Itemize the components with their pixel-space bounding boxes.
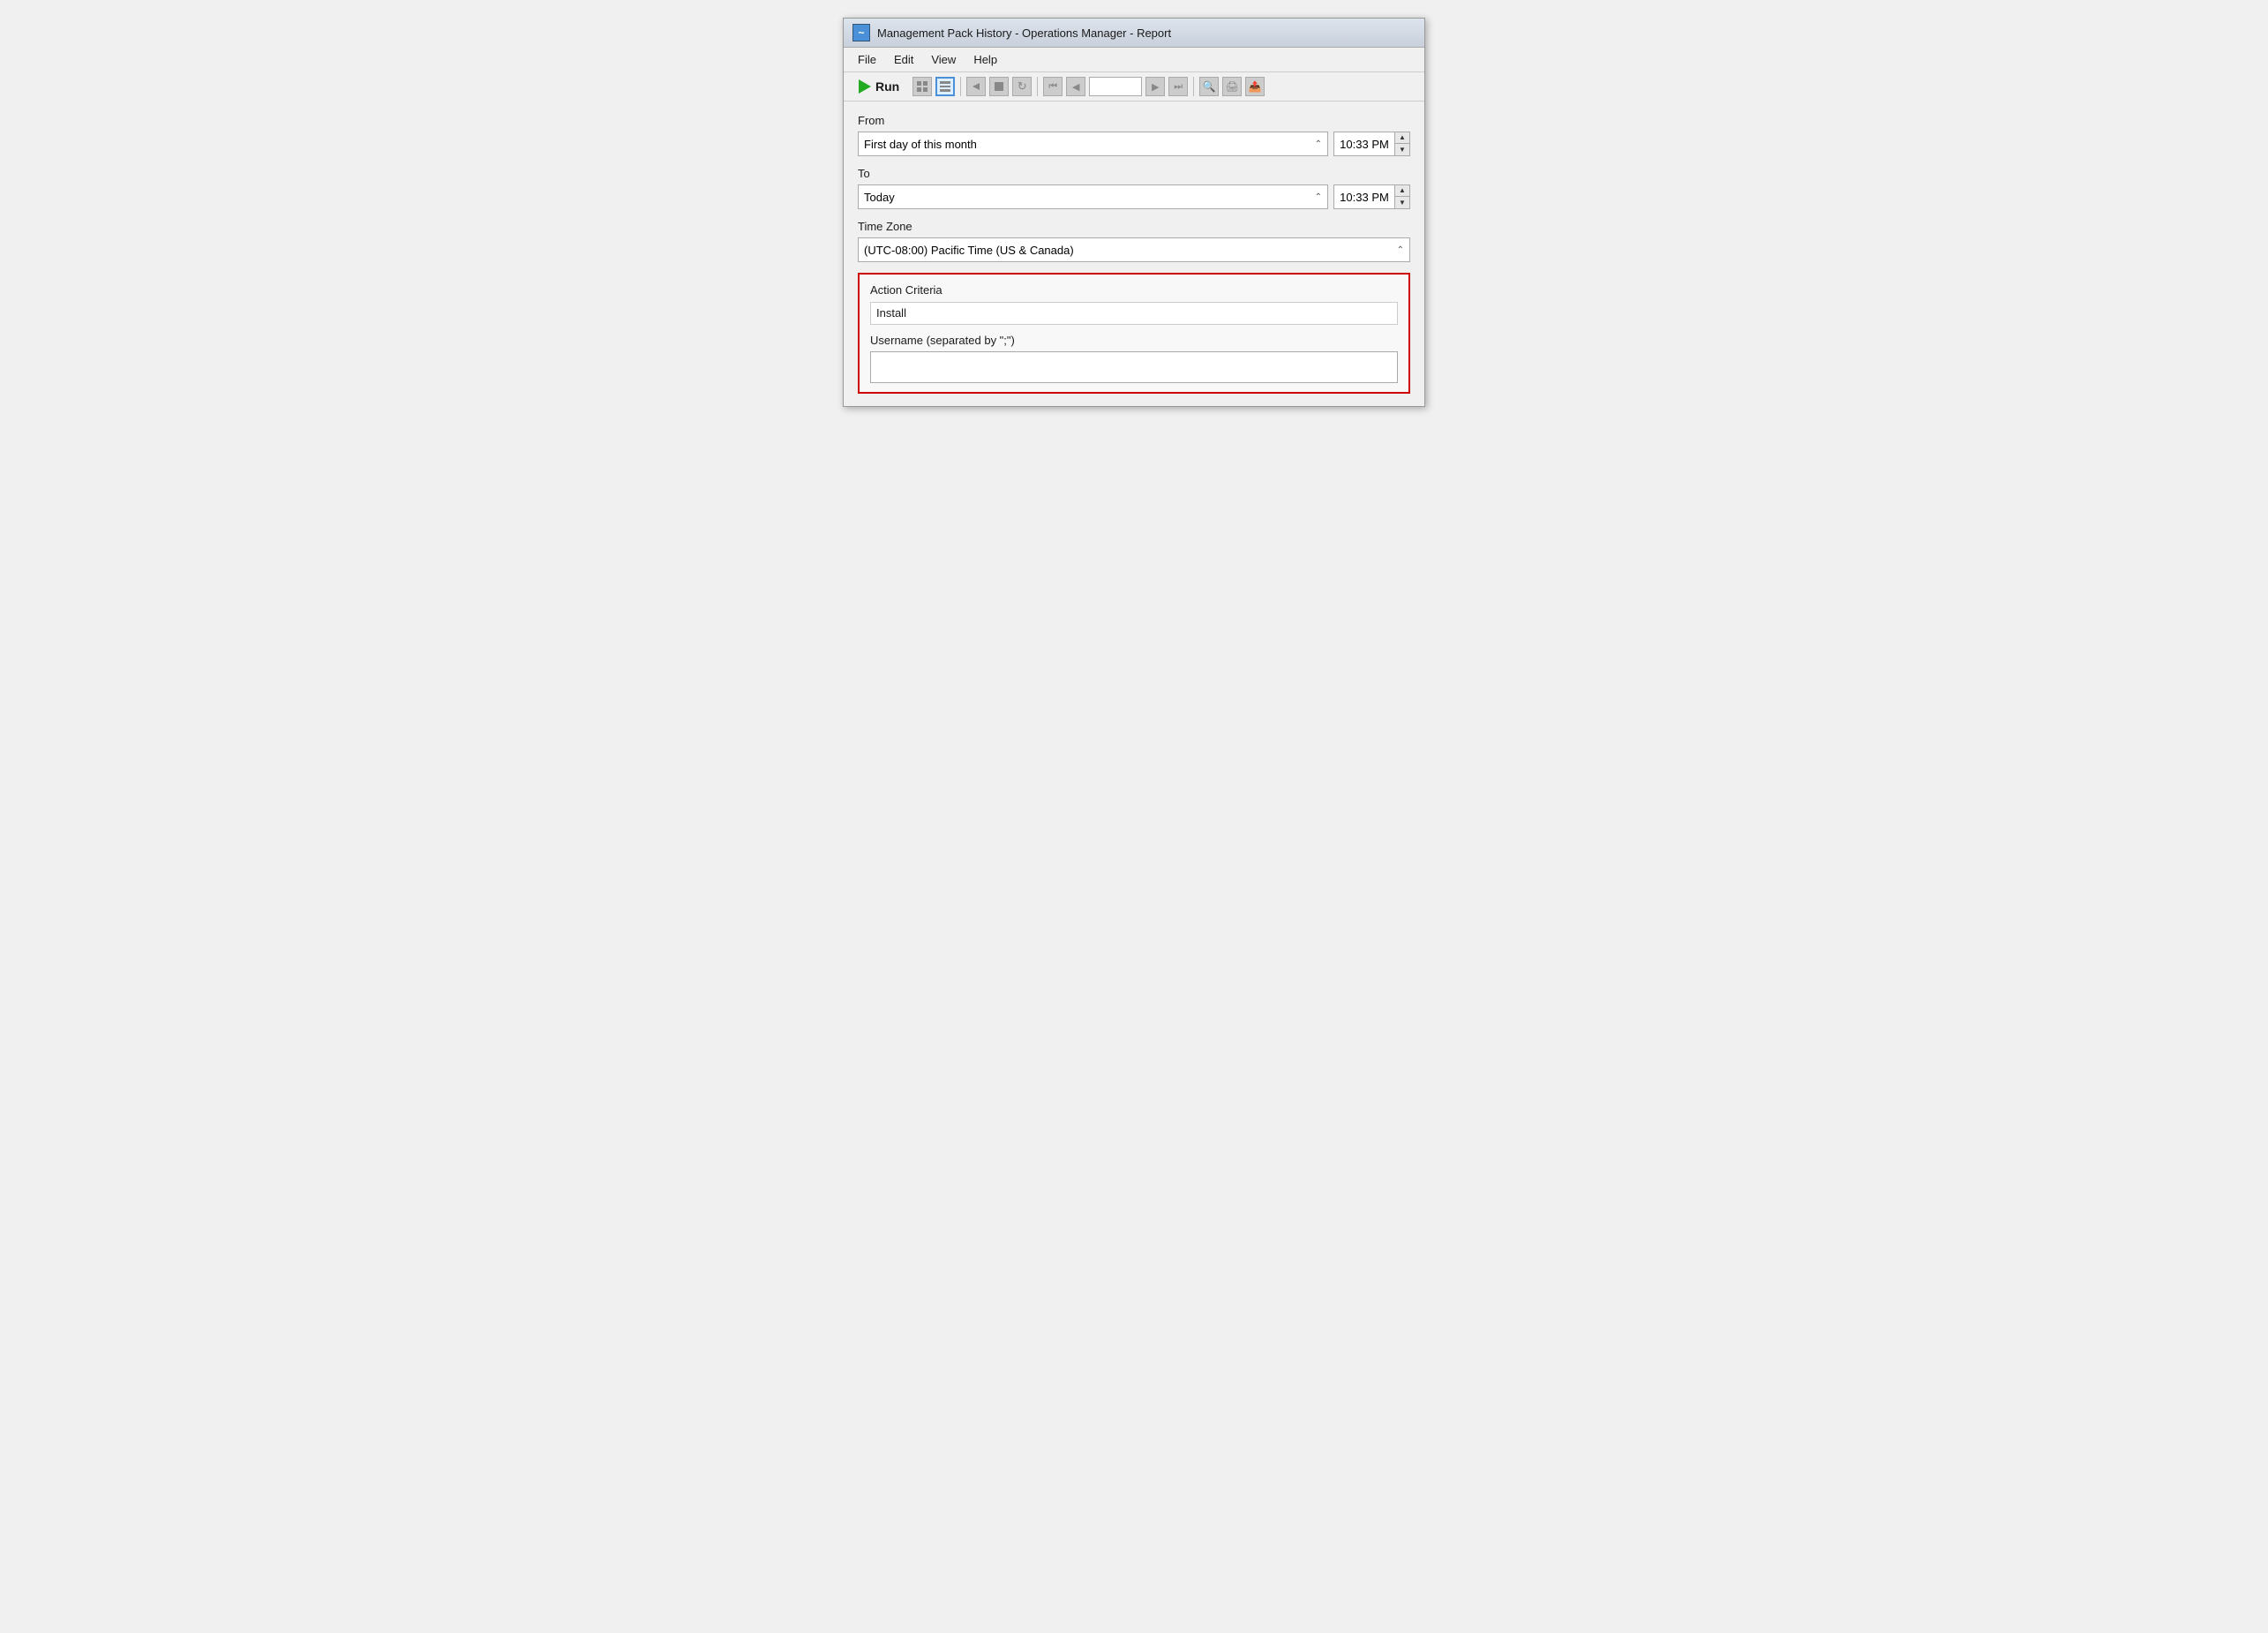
from-dropdown-value: First day of this month: [864, 138, 977, 151]
timezone-value: (UTC-08:00) Pacific Time (US & Canada): [864, 244, 1074, 257]
play-icon: [859, 79, 871, 94]
zoom-button[interactable]: 🔍: [1199, 77, 1219, 96]
menu-edit[interactable]: Edit: [887, 50, 920, 69]
next-icon: ▶: [1152, 81, 1159, 93]
window-title: Management Pack History - Operations Man…: [877, 26, 1171, 40]
username-input[interactable]: [870, 351, 1398, 383]
first-icon: ⏮: [1048, 81, 1057, 93]
sep-2: [1037, 77, 1038, 96]
menu-file[interactable]: File: [851, 50, 883, 69]
action-criteria-label: Action Criteria: [870, 283, 1398, 297]
from-time-up[interactable]: ▲: [1395, 132, 1409, 144]
timezone-dropdown-arrow: ⌃: [1397, 245, 1404, 255]
stop-button[interactable]: [989, 77, 1009, 96]
timezone-dropdown[interactable]: (UTC-08:00) Pacific Time (US & Canada) ⌃: [858, 237, 1410, 262]
from-dropdown[interactable]: First day of this month ⌃: [858, 132, 1328, 156]
last-page-button[interactable]: ⏭: [1168, 77, 1188, 96]
run-label: Run: [875, 79, 899, 94]
toolbar: Run: [844, 72, 1424, 102]
back-button[interactable]: [966, 77, 986, 96]
to-label: To: [858, 167, 1410, 180]
refresh-icon: ↻: [1018, 79, 1027, 94]
to-dropdown-arrow: ⌃: [1315, 192, 1322, 202]
menu-bar: File Edit View Help: [844, 48, 1424, 72]
to-time-group: ▲ ▼: [1333, 184, 1410, 209]
prev-icon: ◀: [1072, 81, 1079, 93]
grid-icon: [916, 80, 928, 93]
run-button[interactable]: Run: [849, 76, 909, 97]
from-time-group: ▲ ▼: [1333, 132, 1410, 156]
form-content: From First day of this month ⌃ ▲ ▼ To To…: [844, 102, 1424, 406]
first-page-button[interactable]: ⏮: [1043, 77, 1063, 96]
from-time-spinner: ▲ ▼: [1394, 132, 1409, 155]
to-dropdown[interactable]: Today ⌃: [858, 184, 1328, 209]
refresh-button[interactable]: ↻: [1012, 77, 1032, 96]
action-criteria-value: Install: [870, 302, 1398, 325]
layout-button[interactable]: [935, 77, 955, 96]
title-bar: ~ Management Pack History - Operations M…: [844, 19, 1424, 48]
menu-view[interactable]: View: [924, 50, 963, 69]
to-time-down[interactable]: ▼: [1395, 197, 1409, 208]
username-label: Username (separated by ";"): [870, 334, 1398, 347]
action-criteria-section: Action Criteria Install Username (separa…: [858, 273, 1410, 394]
grid-view-button[interactable]: [912, 77, 932, 96]
export-icon: 📤: [1249, 80, 1262, 93]
app-icon: ~: [852, 24, 870, 41]
layout-icon: [939, 80, 951, 93]
to-row: Today ⌃ ▲ ▼: [858, 184, 1410, 209]
prev-page-button[interactable]: ◀: [1066, 77, 1085, 96]
last-icon: ⏭: [1174, 81, 1183, 93]
print-button[interactable]: 🖨: [1222, 77, 1242, 96]
export-button[interactable]: 📤: [1245, 77, 1265, 96]
timezone-row: Time Zone (UTC-08:00) Pacific Time (US &…: [858, 220, 1410, 262]
to-time-spinner: ▲ ▼: [1394, 185, 1409, 208]
main-window: ~ Management Pack History - Operations M…: [843, 18, 1425, 407]
to-time-up[interactable]: ▲: [1395, 185, 1409, 197]
sep-3: [1193, 77, 1194, 96]
to-time-input[interactable]: [1334, 185, 1394, 208]
timezone-label: Time Zone: [858, 220, 1410, 233]
menu-help[interactable]: Help: [966, 50, 1004, 69]
to-dropdown-value: Today: [864, 191, 895, 204]
from-row: First day of this month ⌃ ▲ ▼: [858, 132, 1410, 156]
back-icon: [971, 81, 981, 92]
from-dropdown-arrow: ⌃: [1315, 139, 1322, 149]
from-time-down[interactable]: ▼: [1395, 144, 1409, 155]
print-icon: 🖨: [1226, 80, 1239, 93]
from-time-input[interactable]: [1334, 132, 1394, 155]
zoom-icon: 🔍: [1203, 80, 1216, 93]
from-label: From: [858, 114, 1410, 127]
next-page-button[interactable]: ▶: [1145, 77, 1165, 96]
sep-1: [960, 77, 961, 96]
page-number-input[interactable]: [1089, 77, 1142, 96]
